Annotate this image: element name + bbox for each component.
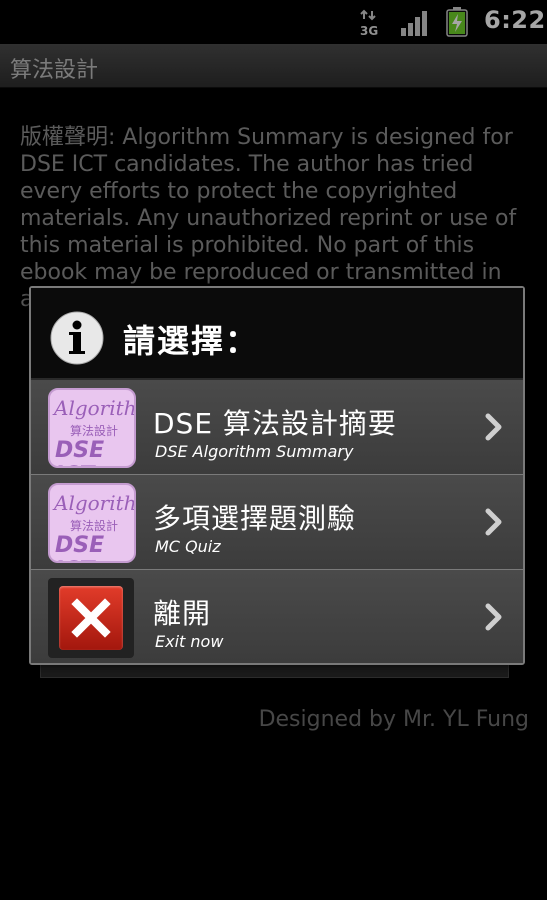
icon-text-algorithm: Algorithm (54, 396, 136, 420)
dialog-header: 請選擇： (31, 288, 523, 380)
option-label: 多項選擇題測驗 (153, 502, 357, 535)
chevron-right-icon (485, 508, 502, 536)
option-exit[interactable]: 離開 Exit now (31, 570, 523, 663)
option-sublabel: DSE Algorithm Summary (155, 442, 354, 461)
option-sublabel: MC Quiz (155, 537, 221, 556)
option-label: 離開 (153, 597, 212, 630)
chevron-right-icon (485, 413, 502, 441)
algorithm-icon: Algorithm 算法設計 DSE ICT (48, 483, 136, 563)
algorithm-icon: Algorithm 算法設計 DSE ICT (48, 388, 136, 468)
option-algorithm-summary[interactable]: Algorithm 算法設計 DSE ICT DSE 算法設計摘要 DSE Al… (31, 380, 523, 475)
option-mc-quiz[interactable]: Algorithm 算法設計 DSE ICT 多項選擇題測驗 MC Quiz (31, 475, 523, 570)
icon-text-dse-ict: DSE ICT (55, 438, 105, 466)
info-icon (50, 311, 104, 365)
choice-dialog: 請選擇： Algorithm 算法設計 DSE ICT DSE 算法設計摘要 D… (29, 286, 525, 665)
dialog-title: 請選擇： (123, 322, 260, 360)
icon-text-algorithm: Algorithm (54, 491, 136, 515)
icon-text-chinese: 算法設計 (70, 519, 119, 533)
icon-text-dse-ict: DSE ICT (55, 533, 105, 561)
exit-x-icon (48, 578, 136, 658)
icon-text-chinese: 算法設計 (70, 424, 119, 438)
chevron-right-icon (485, 603, 502, 631)
dialog-options-list: Algorithm 算法設計 DSE ICT DSE 算法設計摘要 DSE Al… (31, 380, 523, 663)
option-label: DSE 算法設計摘要 (153, 407, 397, 440)
option-sublabel: Exit now (155, 632, 224, 651)
